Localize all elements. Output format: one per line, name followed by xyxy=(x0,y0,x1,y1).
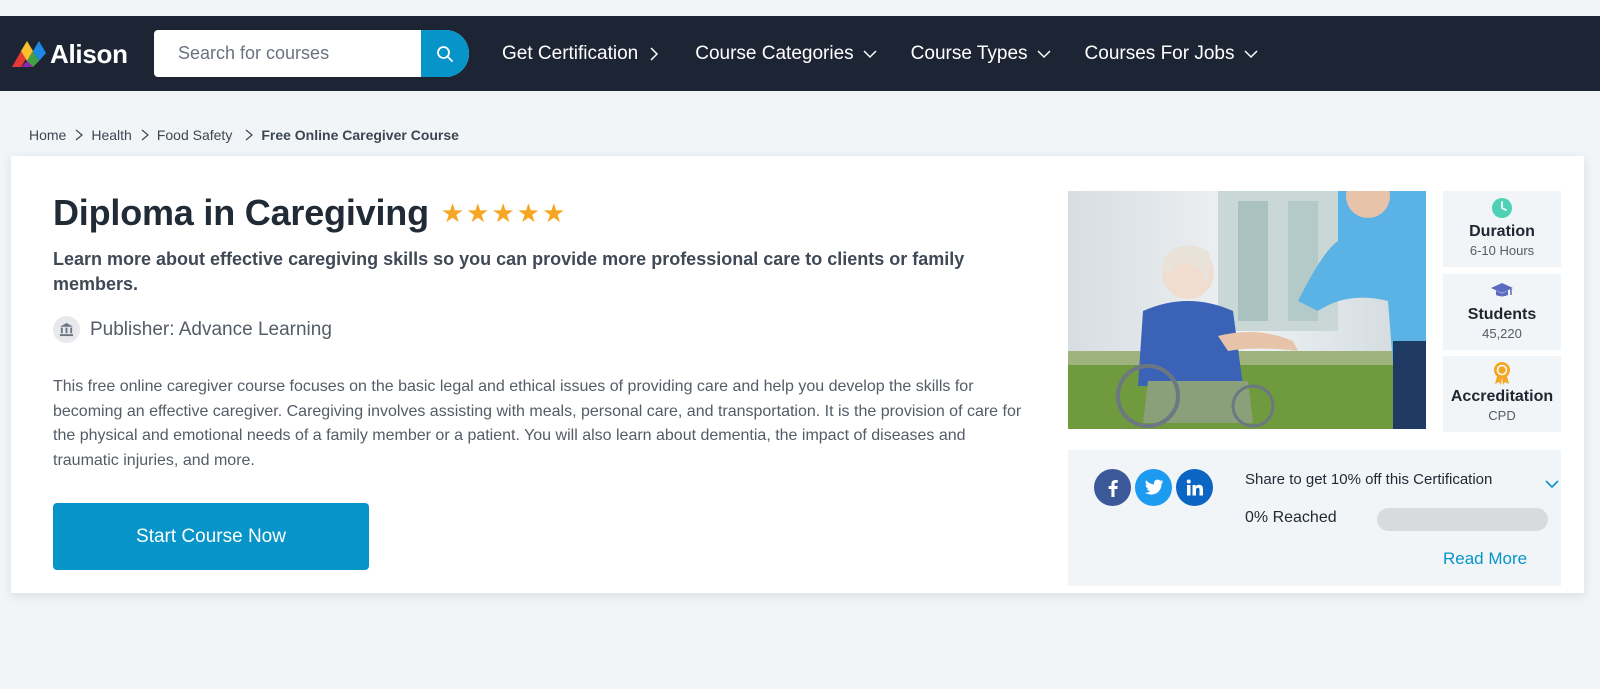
star-icon: ★ xyxy=(440,198,465,228)
twitter-icon xyxy=(1144,479,1163,495)
share-progress-bar xyxy=(1377,508,1548,531)
stat-label: Duration xyxy=(1469,223,1535,240)
breadcrumb-food-safety[interactable]: Food Safety xyxy=(157,127,233,143)
nav-course-types[interactable]: Course Types xyxy=(911,43,1052,65)
course-image xyxy=(1068,191,1426,429)
nav-item-label: Course Categories xyxy=(695,43,854,64)
search-input[interactable] xyxy=(154,30,421,77)
publisher-row: Publisher: Advance Learning xyxy=(53,316,332,343)
institution-icon xyxy=(53,316,80,343)
search-icon xyxy=(437,45,453,62)
facebook-icon xyxy=(1108,479,1118,497)
breadcrumb-current: Free Online Caregiver Course xyxy=(261,127,459,143)
stat-value: 45,220 xyxy=(1482,326,1522,341)
chevron-down-icon[interactable] xyxy=(1544,476,1560,492)
breadcrumb-home[interactable]: Home xyxy=(29,127,66,143)
stat-label: Accreditation xyxy=(1450,388,1554,405)
nav-item-label: Get Certification xyxy=(502,43,639,64)
share-panel: Share to get 10% off this Certification … xyxy=(1068,450,1561,586)
nav-courses-for-jobs[interactable]: Courses For Jobs xyxy=(1085,43,1259,65)
star-icon: ★ xyxy=(542,198,566,228)
star-icon: ★ xyxy=(516,198,541,228)
star-icon: ★ xyxy=(491,198,515,228)
nav-get-certification[interactable]: Get Certification xyxy=(502,43,662,65)
breadcrumb-health[interactable]: Health xyxy=(91,127,131,143)
stat-accreditation: Accreditation CPD xyxy=(1443,356,1561,432)
rating-stars: ★ ★ ★ ★ ★ xyxy=(441,200,566,226)
stat-value: CPD xyxy=(1488,408,1516,423)
chevron-down-icon xyxy=(1037,50,1051,59)
stat-value: 6-10 Hours xyxy=(1469,243,1535,258)
breadcrumb: Home Health Food Safety Free Online Care… xyxy=(29,127,459,143)
start-course-button[interactable]: Start Course Now xyxy=(53,503,369,570)
course-title: Diploma in Caregiving xyxy=(53,192,429,233)
linkedin-icon xyxy=(1186,479,1203,496)
browser-top-strip xyxy=(0,0,1600,16)
search-bar xyxy=(154,30,469,77)
stat-label: Students xyxy=(1467,306,1537,323)
course-subtitle: Learn more about effective caregiving sk… xyxy=(53,249,965,294)
share-discount-text: Share to get 10% off this Certification xyxy=(1245,471,1493,488)
top-navbar: Alison Get Certification Course Categori… xyxy=(0,16,1600,91)
graduation-cap-icon xyxy=(1490,280,1514,302)
alison-logo[interactable]: Alison xyxy=(12,38,128,69)
search-button[interactable] xyxy=(421,30,469,77)
stat-students: Students 45,220 xyxy=(1443,274,1561,350)
chevron-right-icon xyxy=(74,129,84,141)
chevron-down-icon xyxy=(1243,50,1258,59)
twitter-share-button[interactable] xyxy=(1135,469,1172,506)
publisher-label: Publisher: Advance Learning xyxy=(90,318,332,340)
nav-course-categories[interactable]: Course Categories xyxy=(695,43,877,65)
stat-duration: Duration 6-10 Hours xyxy=(1443,191,1561,267)
chevron-right-icon xyxy=(244,129,254,141)
nav-item-label: Courses For Jobs xyxy=(1084,43,1235,64)
share-progress-label: 0% Reached xyxy=(1245,509,1337,526)
alison-logo-icon xyxy=(12,41,46,67)
read-more-link[interactable]: Read More xyxy=(1443,549,1527,569)
chevron-right-icon xyxy=(140,129,150,141)
nav-item-label: Course Types xyxy=(910,43,1028,64)
course-description: This free online caregiver course focuse… xyxy=(53,378,1022,469)
brand-name: Alison xyxy=(50,38,128,69)
star-icon: ★ xyxy=(466,198,490,228)
facebook-share-button[interactable] xyxy=(1094,469,1131,506)
chevron-right-icon xyxy=(650,47,659,61)
linkedin-share-button[interactable] xyxy=(1176,469,1213,506)
award-badge-icon xyxy=(1492,362,1512,385)
course-card: Diploma in Caregiving ★ ★ ★ ★ ★ Learn more a… xyxy=(11,156,1584,593)
clock-icon xyxy=(1491,197,1513,219)
main-nav: Get Certification Course Categories Cour… xyxy=(502,40,1292,68)
social-share-buttons xyxy=(1094,469,1213,506)
chevron-down-icon xyxy=(863,50,877,59)
title-row: Diploma in Caregiving ★ ★ ★ ★ ★ xyxy=(53,192,565,234)
